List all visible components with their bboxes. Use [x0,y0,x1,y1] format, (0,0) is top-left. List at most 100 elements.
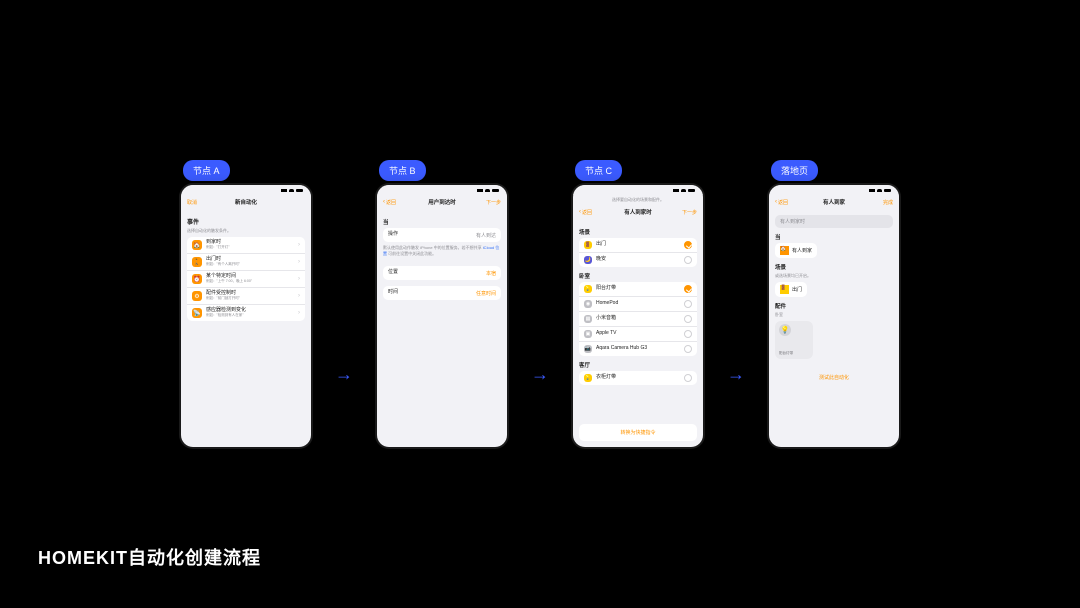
navbar: ‹返回 有人到家 完成 [769,195,899,209]
micro-hint: 选择要自动化的场景和配件。 [573,195,703,205]
moon-icon: 🌙 [584,256,592,264]
statusbar [181,185,311,195]
nav-cancel[interactable]: 取消 [187,199,211,206]
nav-title: 有人到家时 [624,208,652,216]
statusbar [573,185,703,195]
sensor-icon: 📡 [192,308,202,318]
chevron-left-icon: ‹ [775,199,777,205]
nav-done[interactable]: 完成 [869,199,893,206]
accessory-row[interactable]: 📷Aqara Camera Hub G3 [579,341,697,356]
appletv-icon: ▣ [584,330,592,338]
camera-icon: 📷 [584,345,592,353]
when-chip[interactable]: 🏠 有人到家 [775,243,817,258]
chevron-right-icon: › [298,293,300,299]
door-icon: 🚪 [780,285,789,294]
nav-back[interactable]: ‹返回 [775,199,799,206]
nav-next[interactable]: 下一步 [673,209,697,216]
nav-back[interactable]: ‹返回 [579,209,603,216]
section-title: 事件 [187,217,305,226]
badge-d: 落地页 [771,160,818,181]
scene-chip[interactable]: 🚪 出门 [775,282,807,297]
accessory-row[interactable]: 💡阳台灯带 [579,282,697,296]
scenes-label: 场景 [579,228,697,236]
chevron-right-icon: › [298,242,300,248]
check-icon[interactable] [684,256,692,264]
event-leave[interactable]: 🚶 出门时例如："有个人离开时" › [187,253,305,270]
chevron-left-icon: ‹ [579,209,581,215]
home-icon: 🏠 [780,246,789,255]
navbar: 取消 新自动化 [181,195,311,209]
event-list: 🏠 到家时例如："打开灯" › 🚶 出门时例如："有个人离开时" › ⏰ 某个特… [187,237,305,321]
slide-caption: HOMEKIT自动化创建流程 [38,544,261,570]
nav-next[interactable]: 下一步 [477,199,501,206]
check-icon[interactable] [684,285,692,293]
check-icon[interactable] [684,315,692,323]
living-label: 客厅 [579,361,697,369]
node-b: 节点 B ‹返回 用户到达时 下一步 当 操作 有人到达 默认使用此动作触发 i… [377,160,507,447]
phone-d: ‹返回 有人到家 完成 有人到家时 当 🏠 有人到家 场景 或选场景均已开启。 … [769,185,899,447]
accessory-row[interactable]: ◉HomePod [579,296,697,311]
node-a: 节点 A 取消 新自动化 事件 选择自动化的触发条件。 🏠 到家时例如："打开灯… [181,160,311,447]
navbar: ‹返回 有人到家时 下一步 [573,205,703,219]
event-accessory[interactable]: ⚙ 配件受控制时例如："前门锁打开时" › [187,287,305,304]
node-c: 节点 C 选择要自动化的场景和配件。 ‹返回 有人到家时 下一步 场景 🚪 出门 [573,160,703,447]
accessory-tile[interactable]: 💡 阳台灯带 [775,321,813,359]
chevron-right-icon: › [298,259,300,265]
navbar: ‹返回 用户到达时 下一步 [377,195,507,209]
bedroom-label: 卧室 [579,272,697,280]
chevron-right-icon: › [298,310,300,316]
event-arrive[interactable]: 🏠 到家时例如："打开灯" › [187,237,305,253]
phone-a: 取消 新自动化 事件 选择自动化的触发条件。 🏠 到家时例如："打开灯" › 🚶… [181,185,311,447]
arrow-icon: → [727,365,745,383]
location-note: 默认使用此动作触发 iPhone 中的位置服务。若不想共享 iCloud 位置 … [383,245,501,257]
check-icon[interactable] [684,241,692,249]
accessory-row[interactable]: ▦小米音箱 [579,311,697,326]
scene-row[interactable]: 🚪 出门 [579,238,697,252]
clock-icon: ⏰ [192,274,202,284]
when-label: 当 [383,218,501,226]
check-icon[interactable] [684,345,692,353]
accessory-row[interactable]: ▣Apple TV [579,326,697,341]
home-icon: 🏠 [192,240,202,250]
accessories-label: 配件 [775,302,893,310]
door-icon: 🚪 [584,241,592,249]
light-icon: 💡 [779,324,791,336]
check-icon[interactable] [684,374,692,382]
time-row[interactable]: 时间 任意时间 [383,286,501,300]
check-icon[interactable] [684,330,692,338]
node-d: 落地页 ‹返回 有人到家 完成 有人到家时 当 🏠 有人到家 场景 或选场景均已… [769,160,899,447]
nav-title: 新自动化 [235,198,257,206]
light-icon: 💡 [584,374,592,382]
accessory-row[interactable]: 💡衣柜灯带 [579,371,697,385]
action-row[interactable]: 操作 有人到达 [383,228,501,242]
arrow-icon: → [335,365,353,383]
chevron-left-icon: ‹ [383,199,385,205]
speaker-icon: ▦ [584,315,592,323]
flow-stage: 节点 A 取消 新自动化 事件 选择自动化的触发条件。 🏠 到家时例如："打开灯… [0,160,1080,447]
event-sensor[interactable]: 📡 感应器检测到变化例如："检测到有人在家" › [187,304,305,321]
nav-title: 用户到达时 [428,198,456,206]
light-icon: 💡 [584,285,592,293]
badge-a: 节点 A [183,160,230,181]
homepod-icon: ◉ [584,300,592,308]
scenes-label: 场景 [775,263,893,271]
phone-c: 选择要自动化的场景和配件。 ‹返回 有人到家时 下一步 场景 🚪 出门 🌙 晚安 [573,185,703,447]
location-row[interactable]: 位置 本宿 [383,266,501,280]
walk-icon: 🚶 [192,257,202,267]
statusbar [377,185,507,195]
chevron-right-icon: › [298,276,300,282]
convert-shortcut-button[interactable]: 转换为快捷指令 [579,424,697,441]
section-sub: 选择自动化的触发条件。 [187,228,305,234]
phone-b: ‹返回 用户到达时 下一步 当 操作 有人到达 默认使用此动作触发 iPhone… [377,185,507,447]
scene-row[interactable]: 🌙 晚安 [579,252,697,267]
badge-b: 节点 B [379,160,426,181]
arrow-icon: → [531,365,549,383]
test-automation-button[interactable]: 测试此自动化 [775,369,893,386]
name-input[interactable]: 有人到家时 [775,215,893,228]
gear-icon: ⚙ [192,291,202,301]
when-label: 当 [775,233,893,241]
badge-c: 节点 C [575,160,622,181]
nav-back[interactable]: ‹返回 [383,199,407,206]
check-icon[interactable] [684,300,692,308]
event-time[interactable]: ⏰ 某个特定时间例如："上午 7:00，晚上 6:00" › [187,270,305,287]
